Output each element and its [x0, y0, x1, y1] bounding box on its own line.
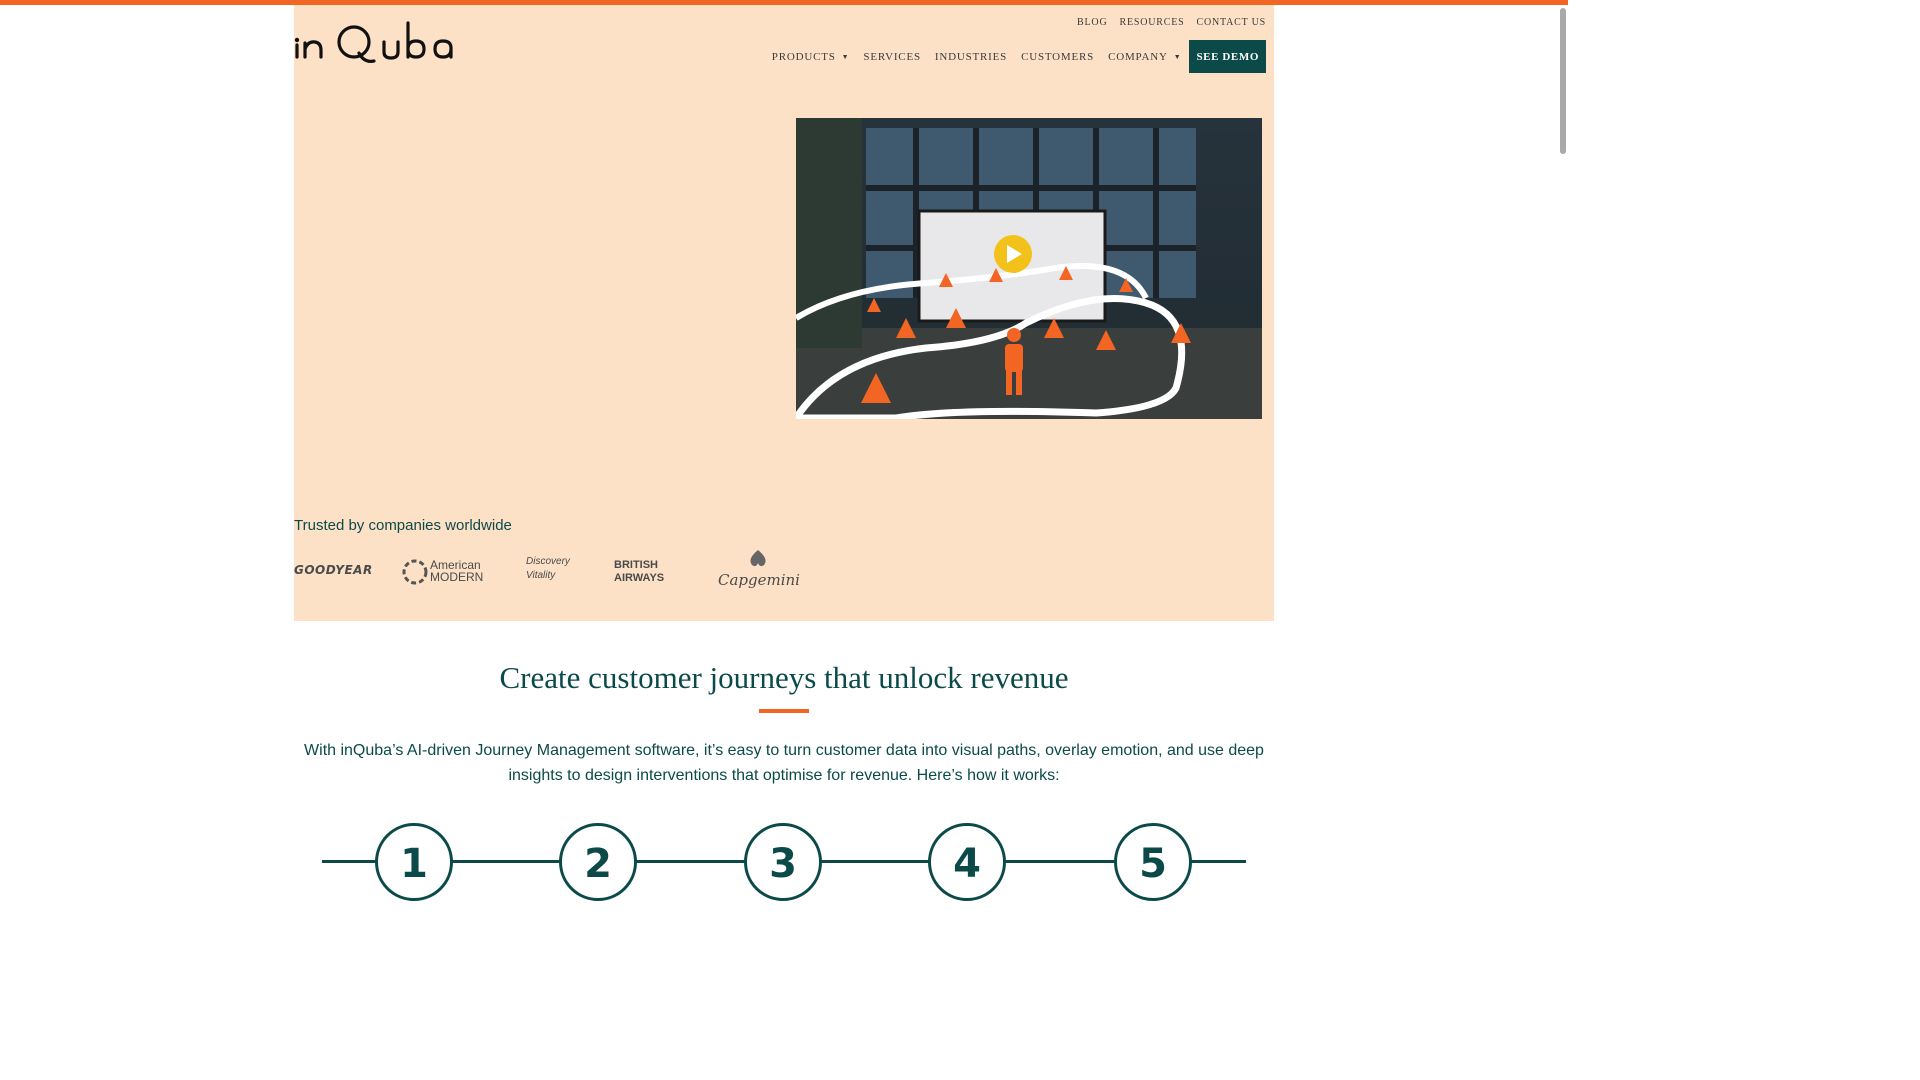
trusted-label: Trusted by companies worldwide	[294, 517, 512, 534]
step-number: 4	[953, 841, 981, 887]
discovery-vitality-logo: Discovery Vitality	[526, 556, 570, 581]
video-thumbnail	[796, 118, 1262, 419]
hero-video[interactable]	[796, 118, 1262, 419]
title-underline	[759, 709, 809, 713]
utility-nav: BLOG RESOURCES CONTACT US	[1077, 17, 1266, 28]
step-4[interactable]: 4	[928, 823, 1006, 901]
inquba-logo[interactable]	[294, 19, 456, 67]
section-title: Create customer journeys that unlock rev…	[499, 660, 1069, 695]
nav-customers[interactable]: CUSTOMERS	[1014, 51, 1101, 63]
nav-company[interactable]: COMPANY ▼	[1101, 51, 1188, 63]
see-demo-button[interactable]: SEE DEMO	[1189, 40, 1266, 73]
step-number: 1	[400, 841, 428, 887]
nav-products[interactable]: PRODUCTS ▼	[765, 51, 857, 63]
caret-down-icon: ▼	[841, 52, 850, 61]
resources-link[interactable]: RESOURCES	[1119, 17, 1184, 28]
nav-services[interactable]: SERVICES	[856, 51, 927, 63]
caret-down-icon: ▼	[1173, 52, 1182, 61]
blog-link[interactable]: BLOG	[1077, 17, 1107, 28]
nav-services-label: SERVICES	[863, 50, 921, 63]
british-airways-logo: BRITISH AIRWAYS	[614, 559, 665, 584]
step-2[interactable]: 2	[559, 823, 637, 901]
nav-industries-label: INDUSTRIES	[934, 50, 1008, 63]
hero-section: BLOG RESOURCES CONTACT US PRODUCTS ▼ SER…	[294, 5, 1274, 621]
step-number: 2	[584, 841, 612, 887]
american-modern-logo: American MODERN	[402, 557, 498, 587]
scrollbar-thumb[interactable]	[1560, 8, 1566, 154]
client-logos: GOODYEAR American MODERN Discovery Vital…	[294, 543, 814, 603]
nav-customers-label: CUSTOMERS	[1021, 50, 1095, 63]
step-number: 5	[1139, 841, 1167, 887]
step-3[interactable]: 3	[744, 823, 822, 901]
section-description: With inQuba’s AI-driven Journey Manageme…	[304, 742, 1264, 784]
nav-industries[interactable]: INDUSTRIES	[928, 51, 1014, 63]
american-modern-text: American MODERN	[430, 558, 484, 584]
goodyear-logo: GOODYEAR	[294, 563, 373, 577]
contact-us-link[interactable]: CONTACT US	[1196, 17, 1266, 28]
inquba-logo-mark	[294, 21, 453, 63]
step-1[interactable]: 1	[375, 823, 453, 901]
nav-company-label: COMPANY	[1108, 50, 1168, 63]
nav-products-label: PRODUCTS	[771, 50, 836, 63]
main-nav: PRODUCTS ▼ SERVICES INDUSTRIES CUSTOMERS…	[765, 40, 1266, 73]
capgemini-spade-icon	[742, 549, 774, 576]
step-number: 3	[769, 841, 797, 887]
step-5[interactable]: 5	[1114, 823, 1192, 901]
